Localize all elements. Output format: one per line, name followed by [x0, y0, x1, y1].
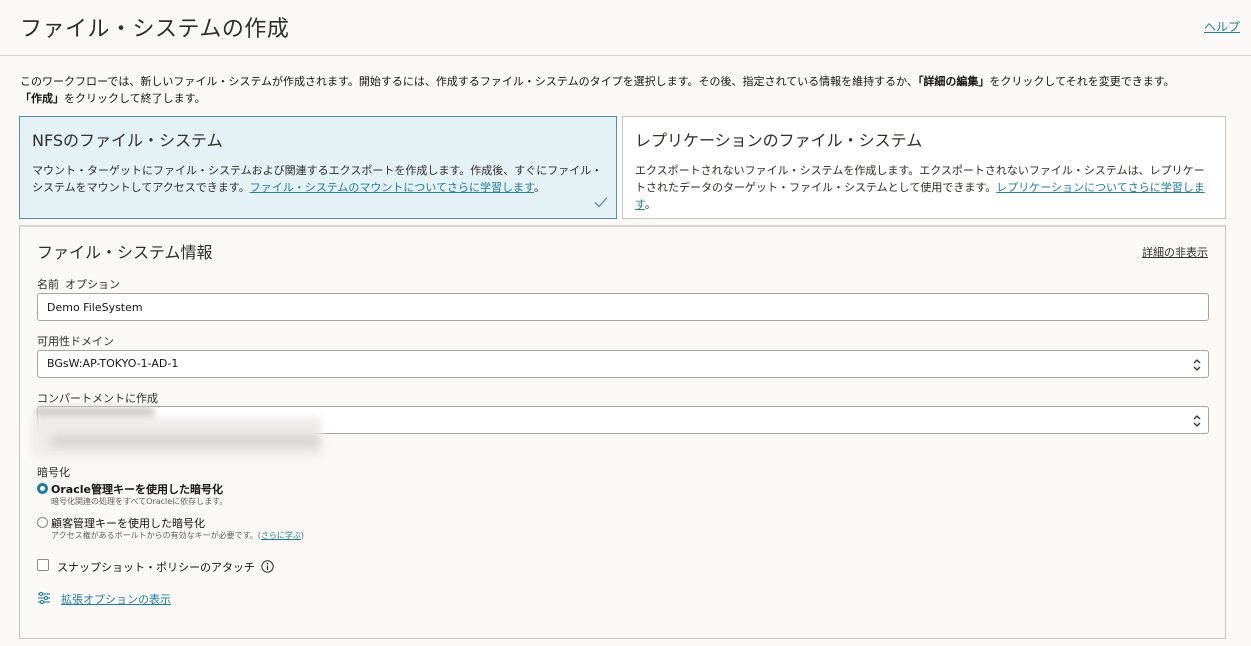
show-advanced-options-link[interactable]: 拡張オプションの表示	[61, 591, 171, 607]
customer-key-help: アクセス権があるボールトからの有効なキーが必要です。(さらに学ぶ)	[51, 531, 305, 540]
customer-key-radio[interactable]	[37, 517, 48, 528]
info-icon[interactable]	[261, 560, 274, 573]
learn-mount-link[interactable]: ファイル・システムのマウントについてさらに学習します	[250, 181, 534, 194]
name-label: 名前 オプション	[37, 278, 120, 291]
replication-file-system-card[interactable]: レプリケーションのファイル・システム エクスポートされないファイル・システムを作…	[622, 116, 1226, 219]
oracle-key-help: 暗号化関連の処理をすべてOracleに依存します。	[51, 497, 228, 506]
hide-details-link[interactable]: 詳細の非表示	[1142, 244, 1208, 260]
sliders-icon	[38, 591, 50, 605]
name-input[interactable]	[37, 293, 1209, 321]
availability-domain-select[interactable]: BGsW:AP-TOKYO-1-AD-1	[37, 350, 1209, 378]
nfs-file-system-card[interactable]: NFSのファイル・システム マウント・ターゲットにファイル・システムおよび関連す…	[19, 116, 617, 219]
encryption-label: 暗号化	[37, 466, 70, 479]
learn-more-link[interactable]: さらに学ぶ	[261, 531, 301, 540]
snapshot-policy-label: スナップショット・ポリシーのアタッチ	[57, 561, 255, 574]
card-title: NFSのファイル・システム	[32, 131, 223, 150]
page-title: ファイル・システムの作成	[20, 17, 290, 42]
oracle-key-label: Oracle管理キーを使用した暗号化	[51, 483, 223, 496]
intro-text: このワークフローでは、新しいファイル・システムが作成されます。開始するには、作成…	[20, 75, 1175, 105]
card-description: エクスポートされないファイル・システムを作成します。エクスポートされないファイル…	[635, 164, 1205, 211]
availability-domain-value: BGsW:AP-TOKYO-1-AD-1	[47, 357, 179, 370]
redacted-compartment-path	[50, 435, 320, 447]
file-system-info-panel: ファイル・システム情報 詳細の非表示 名前オプション 可用性ドメイン BGsW:…	[19, 225, 1226, 639]
up-down-chevron-icon	[1193, 359, 1201, 371]
card-title: レプリケーションのファイル・システム	[635, 131, 923, 150]
card-description: マウント・ターゲットにファイル・システムおよび関連するエクスポートを作成します。…	[32, 164, 603, 194]
redacted-compartment-line	[35, 407, 155, 417]
checkmark-icon	[594, 197, 608, 208]
compartment-label: コンパートメントに作成	[37, 392, 158, 405]
availability-domain-label: 可用性ドメイン	[37, 335, 114, 348]
optional-tag: オプション	[65, 278, 120, 291]
oracle-key-radio[interactable]	[37, 483, 48, 494]
up-down-chevron-icon	[1193, 415, 1201, 427]
page-header: ファイル・システムの作成 ヘルプ	[0, 0, 1251, 56]
help-link[interactable]: ヘルプ	[1204, 18, 1240, 35]
snapshot-policy-checkbox[interactable]	[37, 559, 49, 571]
customer-key-label: 顧客管理キーを使用した暗号化	[51, 517, 205, 530]
section-title: ファイル・システム情報	[37, 243, 213, 262]
